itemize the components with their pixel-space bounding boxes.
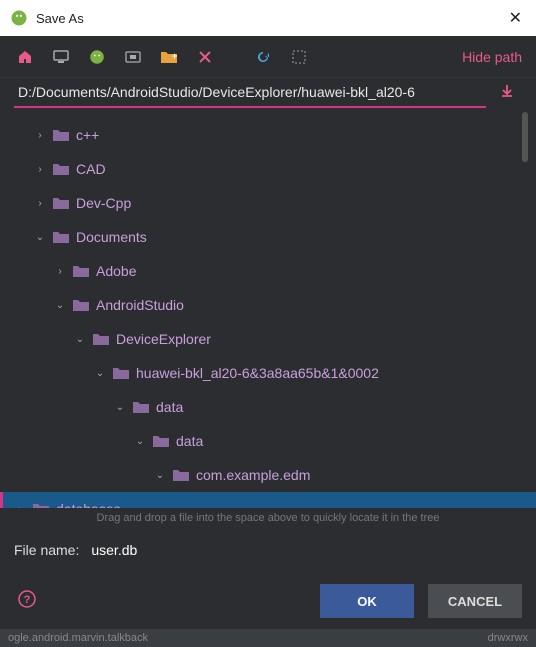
- tree-item-label: Adobe: [96, 263, 136, 279]
- file-name-input[interactable]: [87, 538, 522, 562]
- folder-icon: [92, 332, 110, 346]
- chevron-down-icon[interactable]: ⌄: [34, 232, 46, 243]
- chevron-right-icon[interactable]: ›: [14, 504, 26, 509]
- new-folder-icon[interactable]: +: [158, 46, 180, 68]
- tree-item[interactable]: › databases: [14, 492, 536, 508]
- file-name-row: File name:: [0, 528, 536, 572]
- chevron-down-icon[interactable]: ⌄: [54, 300, 66, 311]
- folder-icon: [52, 230, 70, 244]
- tree-item-label: Documents: [76, 229, 147, 245]
- chevron-down-icon[interactable]: ⌄: [74, 334, 86, 345]
- chevron-down-icon[interactable]: ⌄: [94, 368, 106, 379]
- folder-icon: [72, 264, 90, 278]
- tree-item-label: data: [156, 399, 183, 415]
- download-icon[interactable]: [500, 84, 514, 103]
- chevron-down-icon[interactable]: ⌄: [154, 470, 166, 481]
- cancel-button[interactable]: CANCEL: [428, 584, 522, 618]
- file-tree: › c++ › CAD › Dev-Cpp ⌄ Documents › Adobe ⌄ Android…: [0, 108, 536, 508]
- tree-item[interactable]: ⌄ huawei-bkl_al20-6&3a8aa65b&1&0002: [14, 356, 536, 390]
- folder-icon: [52, 196, 70, 210]
- tree-item[interactable]: › c++: [14, 118, 536, 152]
- folder-icon: [172, 468, 190, 482]
- module-icon[interactable]: [122, 46, 144, 68]
- tree-item-label: DeviceExplorer: [116, 331, 211, 347]
- path-row: [0, 78, 536, 108]
- chevron-right-icon[interactable]: ›: [34, 164, 46, 175]
- desktop-icon[interactable]: [50, 46, 72, 68]
- tree-item[interactable]: ⌄ DeviceExplorer: [14, 322, 536, 356]
- ok-button[interactable]: OK: [320, 584, 414, 618]
- folder-icon: [72, 298, 90, 312]
- svg-text:+: +: [172, 51, 177, 61]
- tree-item[interactable]: ⌄ Documents: [14, 220, 536, 254]
- tree-item[interactable]: ⌄ AndroidStudio: [14, 288, 536, 322]
- app-icon: [10, 9, 28, 27]
- titlebar: Save As ✕: [0, 0, 536, 36]
- help-icon[interactable]: ?: [18, 590, 36, 613]
- file-name-label: File name:: [14, 542, 79, 558]
- delete-icon[interactable]: [194, 46, 216, 68]
- bg-right-text: drwxrwx: [488, 632, 528, 644]
- chevron-right-icon[interactable]: ›: [54, 266, 66, 277]
- close-icon[interactable]: ✕: [505, 8, 526, 28]
- folder-icon: [132, 400, 150, 414]
- tree-item[interactable]: ⌄ data: [14, 390, 536, 424]
- chevron-right-icon[interactable]: ›: [34, 198, 46, 209]
- show-hidden-icon[interactable]: [288, 46, 310, 68]
- home-icon[interactable]: [14, 46, 36, 68]
- tree-item-label: databases: [56, 501, 121, 508]
- tree-item-label: huawei-bkl_al20-6&3a8aa65b&1&0002: [136, 365, 379, 381]
- project-icon[interactable]: [86, 46, 108, 68]
- chevron-right-icon[interactable]: ›: [34, 130, 46, 141]
- folder-icon: [112, 366, 130, 380]
- tree-item-label: AndroidStudio: [96, 297, 184, 313]
- chevron-down-icon[interactable]: ⌄: [134, 436, 146, 447]
- svg-text:?: ?: [24, 594, 31, 606]
- bg-left-text: ogle.android.marvin.talkback: [8, 632, 148, 644]
- toolbar: + Hide path: [0, 36, 536, 78]
- hide-path-link[interactable]: Hide path: [462, 49, 522, 65]
- folder-icon: [152, 434, 170, 448]
- tree-item[interactable]: › Adobe: [14, 254, 536, 288]
- scrollbar[interactable]: [522, 112, 528, 162]
- tree-item[interactable]: ⌄ com.example.edm: [14, 458, 536, 492]
- tree-item[interactable]: › Dev-Cpp: [14, 186, 536, 220]
- tree-item-label: com.example.edm: [196, 467, 310, 483]
- folder-icon: [52, 162, 70, 176]
- tree-item[interactable]: › CAD: [14, 152, 536, 186]
- chevron-down-icon[interactable]: ⌄: [114, 402, 126, 413]
- window-title: Save As: [36, 11, 84, 26]
- drag-hint: Drag and drop a file into the space abov…: [0, 508, 536, 528]
- tree-item-label: c++: [76, 127, 99, 143]
- background-strip: ogle.android.marvin.talkback drwxrwx: [0, 629, 536, 647]
- button-row: ? OK CANCEL: [0, 572, 536, 630]
- path-input[interactable]: [14, 78, 486, 108]
- refresh-icon[interactable]: [252, 46, 274, 68]
- folder-icon: [52, 128, 70, 142]
- tree-item-label: data: [176, 433, 203, 449]
- folder-icon: [32, 502, 50, 508]
- tree-item-label: CAD: [76, 161, 106, 177]
- tree-item-label: Dev-Cpp: [76, 195, 131, 211]
- tree-item[interactable]: ⌄ data: [14, 424, 536, 458]
